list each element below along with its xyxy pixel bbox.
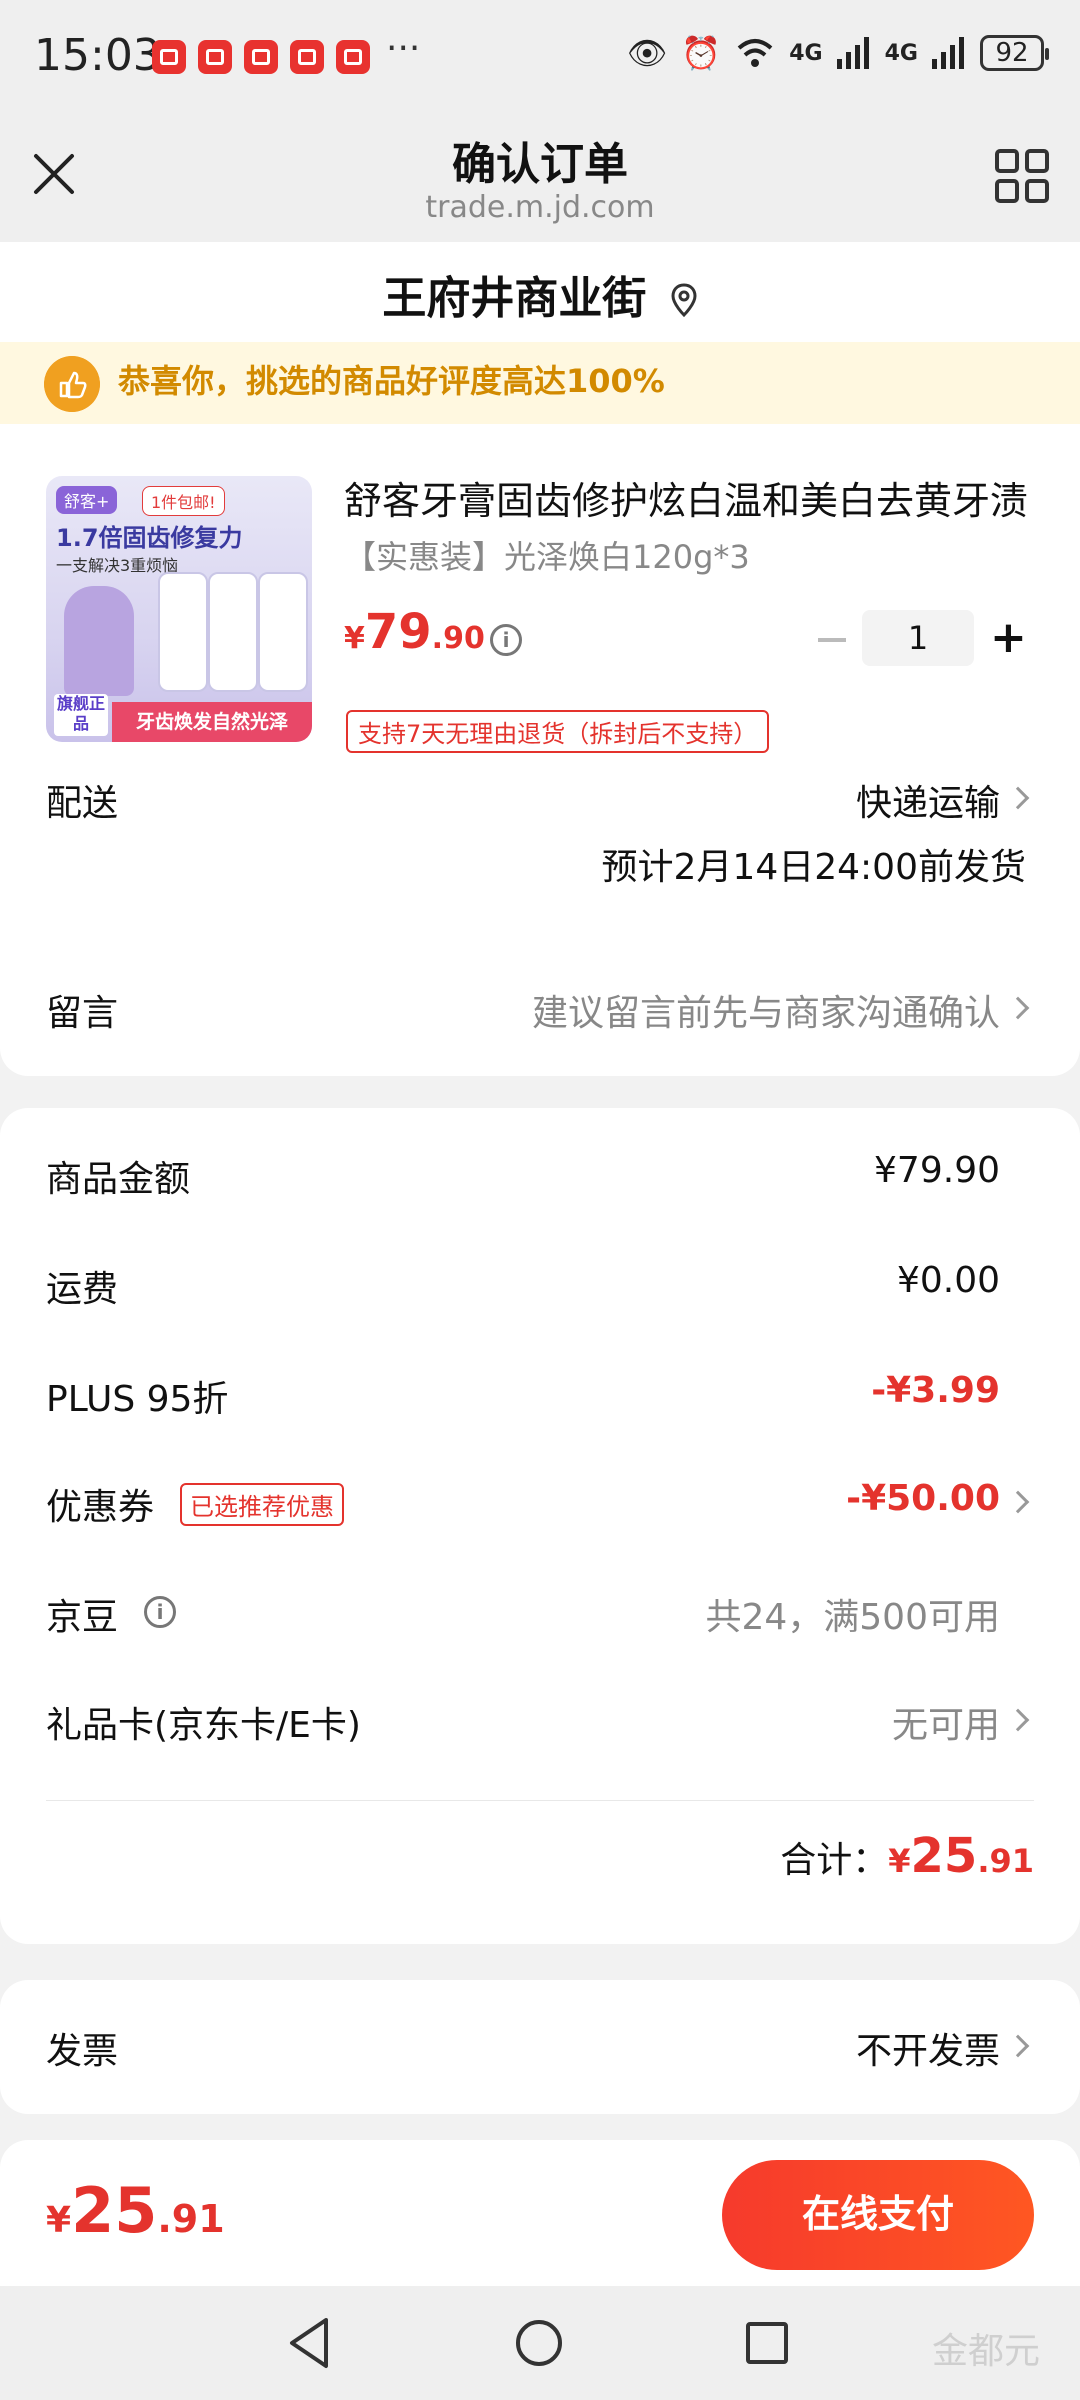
product-image-subline: 一支解决3重烦恼	[56, 556, 179, 575]
recent-apps-icon[interactable]	[746, 2322, 788, 2364]
shipping-fee-value: ¥0.00	[896, 1260, 1000, 1301]
signal-icon	[932, 37, 964, 69]
notification-icons	[152, 40, 370, 74]
grid-menu-icon[interactable]	[994, 148, 1050, 204]
message-label: 留言	[46, 993, 119, 1034]
status-indicators: 👁 ⏰ 4G 4G 92	[626, 34, 1049, 72]
app-notification-icon	[198, 40, 232, 74]
coupon-label: 优惠券	[46, 1487, 155, 1528]
chevron-right-icon[interactable]	[1006, 786, 1030, 810]
back-icon[interactable]	[286, 2316, 334, 2370]
app-notification-icon	[244, 40, 278, 74]
chevron-right-icon[interactable]	[1006, 996, 1030, 1020]
wifi-icon	[737, 39, 773, 67]
chevron-right-icon[interactable]	[1006, 1708, 1030, 1732]
page-url: trade.m.jd.com	[425, 190, 655, 225]
toothpaste-tube-graphic	[158, 572, 208, 692]
quantity-increase-button[interactable]: +	[990, 610, 1027, 666]
product-image-shipping-tag: 1件包邮!	[142, 486, 225, 516]
home-icon[interactable]	[516, 2320, 562, 2366]
chevron-right-icon[interactable]	[1006, 2034, 1030, 2058]
price-decimal: .90	[431, 621, 485, 656]
pay-online-button[interactable]: 在线支付	[722, 2160, 1034, 2270]
signal-4g-label: 4G	[789, 40, 823, 66]
product-name[interactable]: 舒客牙膏固齿修护炫白温和美白去黄牙渍	[344, 470, 1044, 525]
checkout-bar: ¥25.91 在线支付	[0, 2140, 1080, 2286]
product-image-headline: 1.7倍固齿修复力	[56, 524, 243, 552]
product-image-brand-tag: 舒客+	[56, 486, 118, 514]
eye-icon: 👁	[626, 34, 668, 72]
product-image-ribbon: 牙齿焕发自然光泽	[112, 702, 312, 742]
goods-amount-label: 商品金额	[46, 1159, 191, 1200]
message-input[interactable]: 建议留言前先与商家沟通确认	[532, 984, 1000, 1036]
coupon-recommended-tag: 已选推荐优惠	[180, 1483, 344, 1526]
status-bar: 15:03 ··· 👁 ⏰ 4G 4G 92	[0, 0, 1080, 118]
gift-card-label: 礼品卡(京东卡/E卡)	[46, 1705, 361, 1746]
delivery-label: 配送	[46, 783, 119, 824]
plus-discount-label: PLUS 95折	[46, 1379, 229, 1420]
page-header: 确认订单 trade.m.jd.com	[0, 118, 1080, 242]
total-currency: ¥	[888, 1842, 911, 1880]
product-image-model	[64, 586, 134, 696]
gift-card-value[interactable]: 无可用	[892, 1696, 1000, 1748]
jd-beans-value: 共24，满500可用	[705, 1597, 1000, 1638]
price-integer: 79	[364, 604, 432, 660]
signal-4g-label: 4G	[884, 40, 918, 66]
total-integer: 25	[910, 1828, 978, 1884]
invoice-value[interactable]: 不开发票	[856, 2022, 1000, 2074]
product-image-badge: 旗舰正品	[54, 694, 108, 736]
product-spec[interactable]: 【实惠装】光泽焕白120g*3	[344, 532, 750, 578]
app-notification-icon	[290, 40, 324, 74]
goods-amount-value: ¥79.90	[874, 1150, 1000, 1191]
plus-discount-value: -¥3.99	[871, 1370, 1000, 1411]
rating-banner-text: 恭喜你，挑选的商品好评度高达100%	[118, 362, 665, 400]
price-info-icon[interactable]: i	[490, 624, 522, 656]
delivery-address[interactable]: 王府井商业街	[0, 262, 1080, 326]
location-pin-icon	[671, 283, 697, 318]
shipping-fee-label: 运费	[46, 1269, 119, 1310]
invoice-card[interactable]: 发票 不开发票	[0, 1980, 1080, 2114]
app-notification-icon	[336, 40, 370, 74]
system-nav-bar: 金都元	[0, 2286, 1080, 2400]
return-policy-tag: 支持7天无理由退货（拆封后不支持）	[346, 710, 770, 753]
product-price: ¥79.90	[344, 604, 485, 660]
alarm-icon: ⏰	[681, 34, 722, 72]
thumbs-up-icon	[44, 356, 100, 412]
more-notifications-icon: ···	[386, 28, 421, 69]
page-title: 确认订单	[452, 139, 628, 190]
rating-banner: 恭喜你，挑选的商品好评度高达100%	[0, 342, 1080, 424]
checkout-integer: 25	[71, 2174, 158, 2247]
quantity-input[interactable]: 1	[862, 610, 974, 666]
invoice-label: 发票	[46, 2031, 119, 2072]
delivery-estimate: 预计2月14日24:00前发货	[601, 847, 1026, 888]
price-summary-card: 商品金额 ¥79.90 运费 ¥0.00 PLUS 95折 -¥3.99 优惠券…	[0, 1108, 1080, 1944]
battery-icon: 92	[980, 35, 1049, 71]
divider	[46, 1800, 1034, 1801]
product-image[interactable]: 舒客+ 1件包邮! 1.7倍固齿修复力 一支解决3重烦恼 旗舰正品 牙齿焕发自然…	[46, 476, 312, 742]
order-total: 合计：¥25.91	[780, 1828, 1034, 1884]
watermark: 金都元	[931, 2331, 1040, 2372]
order-card: 王府井商业街 恭喜你，挑选的商品好评度高达100% 舒客+ 1件包邮! 1.7倍…	[0, 242, 1080, 1076]
checkout-amount: ¥25.91	[46, 2174, 225, 2247]
checkout-currency: ¥	[46, 2200, 72, 2241]
toothpaste-tube-graphic	[208, 572, 258, 692]
delivery-method[interactable]: 快递运输	[856, 774, 1000, 826]
jd-beans-info-icon[interactable]: i	[144, 1596, 176, 1628]
quantity-decrease-button[interactable]	[818, 638, 846, 642]
app-notification-icon	[152, 40, 186, 74]
status-time: 15:03	[34, 30, 161, 81]
chevron-right-icon[interactable]	[1006, 1490, 1030, 1514]
total-label: 合计：	[780, 1840, 889, 1881]
address-text: 王府井商业街	[382, 273, 647, 324]
coupon-value[interactable]: -¥50.00	[846, 1478, 1000, 1519]
price-currency: ¥	[344, 621, 365, 656]
total-decimal: .91	[977, 1842, 1034, 1880]
signal-icon	[836, 37, 869, 69]
toothpaste-tube-graphic	[258, 572, 308, 692]
checkout-decimal: .91	[157, 2197, 225, 2241]
jd-beans-label: 京豆	[46, 1597, 119, 1638]
